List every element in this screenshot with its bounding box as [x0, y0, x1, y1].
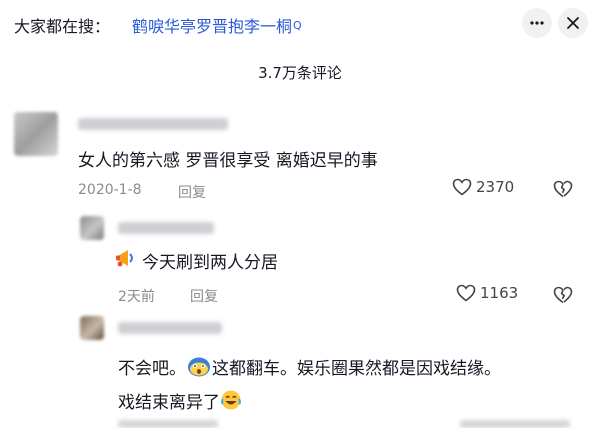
broken-heart-icon — [553, 180, 573, 198]
like-count: 2370 — [476, 178, 515, 196]
search-suggestion-link[interactable]: 鹤唳华亭罗晋抱李一桐Q — [132, 13, 302, 37]
search-prefix-label: 大家都在搜： — [14, 17, 111, 36]
avatar[interactable] — [80, 216, 104, 240]
comment-text-segment: 这都翻车。娱乐圈果然都是因戏结缘。 — [212, 359, 501, 379]
like-button[interactable]: 2370 — [452, 178, 514, 196]
username-blurred[interactable] — [118, 322, 222, 334]
comment-text-line: 不会吧。 这都翻车。娱乐圈果然都是因戏结缘。 — [118, 354, 501, 382]
reply-button[interactable]: 回复 — [178, 182, 206, 202]
comment-date: 2天前 — [118, 289, 155, 305]
dislike-button[interactable] — [553, 286, 573, 308]
dislike-button[interactable] — [553, 180, 573, 202]
like-count: 1163 — [480, 284, 519, 302]
megaphone-emoji-icon — [114, 246, 138, 274]
more-options-button[interactable] — [522, 8, 552, 38]
shocked-emoji-icon — [186, 355, 212, 382]
username-blurred[interactable] — [118, 222, 214, 234]
username-blurred[interactable] — [78, 118, 228, 130]
comment-text-segment: 戏结束离异了 — [118, 393, 220, 413]
search-icon: Q — [293, 19, 302, 32]
search-query-text: 鹤唳华亭罗晋抱李一桐 — [132, 17, 293, 36]
heart-icon — [456, 284, 476, 302]
crying-laughing-emoji-icon — [220, 389, 242, 416]
comment-date: 2020-1-8 — [78, 182, 142, 198]
like-row-cutoff — [460, 420, 570, 428]
comment-text-segment: 不会吧。 — [118, 359, 186, 379]
avatar[interactable] — [80, 316, 104, 340]
reply-button[interactable]: 回复 — [190, 286, 218, 306]
avatar[interactable] — [14, 112, 58, 156]
comment-text: 今天刷到两人分居 — [142, 253, 278, 273]
comment-meta-cutoff — [118, 420, 218, 428]
heart-icon — [452, 178, 472, 196]
comment-text-line: 戏结束离异了 — [118, 388, 242, 416]
like-button[interactable]: 1163 — [456, 284, 518, 302]
broken-heart-icon — [553, 286, 573, 304]
close-button[interactable] — [558, 8, 588, 38]
comment-count-title: 3.7万条评论 — [258, 64, 342, 82]
comment-text: 女人的第六感 罗晋很享受 离婚迟早的事 — [78, 151, 378, 171]
close-icon — [567, 17, 579, 29]
more-dots-icon — [530, 21, 544, 25]
